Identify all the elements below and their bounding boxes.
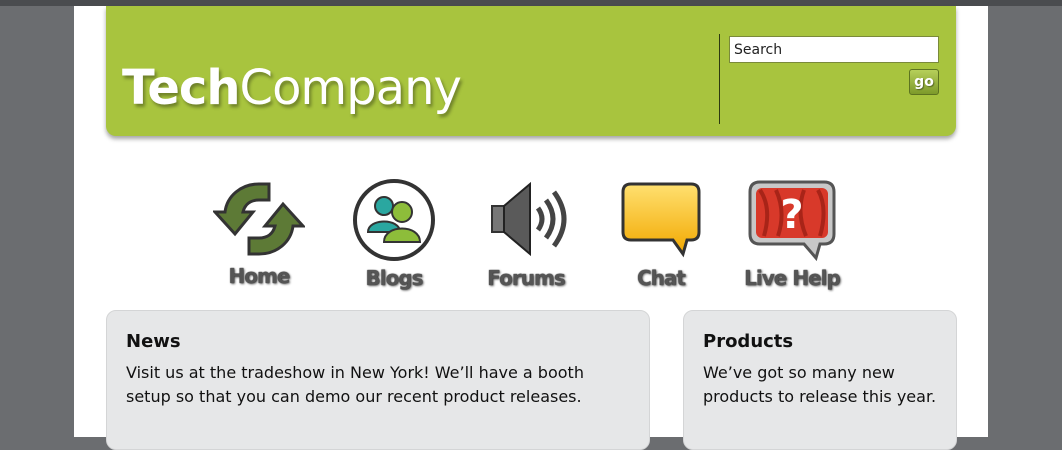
nav-home[interactable]: Home — [204, 178, 314, 288]
products-panel: Products We’ve got so many new products t… — [683, 310, 957, 450]
nav-live-help[interactable]: ? Live Help — [737, 178, 847, 290]
page-container: TechCompany go Home Blogs Foru — [74, 6, 988, 450]
people-icon — [353, 179, 435, 261]
speaker-icon — [491, 181, 567, 257]
news-body-line-1: Visit us at the tradeshow in New York! W… — [126, 363, 584, 382]
site-header: TechCompany go — [106, 6, 956, 136]
news-body-line-2: setup so that you can demo our recent pr… — [126, 387, 582, 406]
nav-home-label: Home — [228, 264, 291, 288]
products-body-line-2: products to release this year. — [703, 387, 937, 406]
products-body: We’ve got so many new products to release… — [703, 361, 936, 409]
header-divider — [719, 34, 720, 124]
nav-live-help-label: Live Help — [744, 266, 841, 290]
nav-forums-label: Forums — [487, 266, 565, 290]
chat-bubble-icon — [621, 182, 701, 258]
nav-forums[interactable]: Forums — [471, 178, 581, 290]
news-title: News — [126, 331, 181, 352]
products-title: Products — [703, 331, 794, 352]
products-body-line-1: We’ve got so many new — [703, 363, 895, 382]
search-input[interactable] — [729, 36, 939, 63]
logo-light-text: Company — [239, 60, 462, 116]
go-button[interactable]: go — [909, 69, 939, 95]
news-body: Visit us at the tradeshow in New York! W… — [126, 361, 584, 409]
site-logo[interactable]: TechCompany — [122, 60, 462, 116]
nav-blogs-label: Blogs — [365, 266, 423, 290]
nav-chat[interactable]: Chat — [606, 178, 716, 290]
logo-bold-text: Tech — [122, 60, 241, 116]
question-bubble-icon: ? — [748, 180, 836, 262]
recycle-arrows-icon — [213, 182, 305, 256]
nav-blogs[interactable]: Blogs — [339, 178, 449, 290]
nav-chat-label: Chat — [637, 266, 686, 290]
news-panel: News Visit us at the tradeshow in New Yo… — [106, 310, 650, 450]
svg-text:?: ? — [780, 192, 803, 238]
